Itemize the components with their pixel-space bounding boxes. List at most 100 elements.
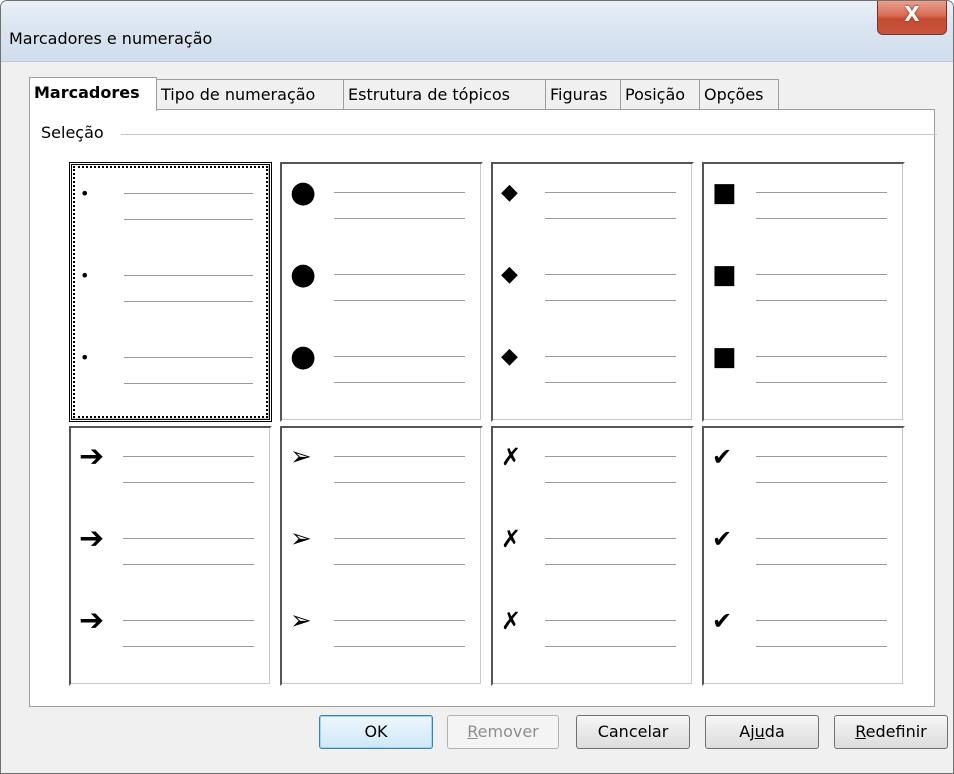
preview-row: ● [282,338,481,418]
preview-line [123,482,254,483]
preview-row: ■ [704,174,903,254]
preview-row: • [72,175,269,255]
preview-line [334,538,465,539]
group-label-selecao: Seleção [41,123,110,142]
preview-line [334,300,465,301]
close-icon: X [904,2,920,26]
preview-line [756,218,887,219]
tab-estrutura-de-topicos[interactable]: Estrutura de tópicos [343,79,546,109]
dialog-window: Marcadores e numeração X Marcadores Tipo… [0,0,954,774]
close-button[interactable]: X [877,1,947,35]
preview-line [124,301,253,302]
bullet-style-large-dot[interactable]: ● ● ● [280,162,483,422]
preview-line [545,564,676,565]
preview-line [545,300,676,301]
preview-row: ● [282,256,481,336]
preview-line [334,192,465,193]
cross-bullet-icon: ✗ [501,607,522,635]
reset-button[interactable]: Redefinir [834,715,948,749]
arrowhead-bullet-icon: ➢ [290,524,312,554]
preview-row: ✗ [493,602,692,682]
preview-line [124,357,253,358]
preview-row: ✗ [493,520,692,600]
dialog-body: Marcadores Tipo de numeração Estrutura d… [9,63,948,771]
tab-tipo-de-numeracao[interactable]: Tipo de numeração [156,79,344,109]
preview-line [545,192,676,193]
tab-figuras[interactable]: Figuras [545,79,621,109]
preview-row: ◆ [493,174,692,254]
preview-row: • [72,339,269,419]
preview-line [545,218,676,219]
tab-opcoes[interactable]: Opções [699,79,779,109]
preview-line [123,564,254,565]
preview-line [334,274,465,275]
large-dot-bullet-icon: ● [290,175,317,210]
bullet-style-arrow[interactable]: ➔ ➔ ➔ [69,426,272,686]
preview-line [545,646,676,647]
diamond-bullet-icon: ◆ [501,344,518,369]
preview-line [334,382,465,383]
square-bullet-icon: ■ [712,342,737,372]
cross-bullet-icon: ✗ [501,443,522,471]
arrowhead-bullet-icon: ➢ [290,442,312,472]
bullet-style-small-dot[interactable]: • • • [69,162,272,422]
square-bullet-icon: ■ [712,178,737,208]
tab-marcadores[interactable]: Marcadores [29,77,157,111]
preview-row: ➔ [71,520,270,600]
square-bullet-icon: ■ [712,260,737,290]
preview-line [123,646,254,647]
preview-line [124,275,253,276]
preview-row: ■ [704,338,903,418]
ok-button[interactable]: OK [319,715,433,749]
preview-line [123,620,254,621]
large-dot-bullet-icon: ● [290,257,317,292]
cross-bullet-icon: ✗ [501,525,522,553]
title-bar: Marcadores e numeração X [1,1,953,62]
arrow-bullet-icon: ➔ [79,439,105,474]
diamond-bullet-icon: ◆ [501,180,518,205]
preview-line [756,564,887,565]
preview-row: ✔ [704,520,903,600]
remove-button[interactable]: Remover [447,715,559,749]
preview-row: • [72,257,269,337]
preview-line [124,383,253,384]
preview-line [545,274,676,275]
preview-row: ◆ [493,338,692,418]
tab-posicao[interactable]: Posição [620,79,700,109]
preview-line [123,456,254,457]
preview-line [334,356,465,357]
preview-line [334,646,465,647]
preview-line [545,382,676,383]
small-dot-bullet-icon: • [80,348,90,367]
bullet-style-square[interactable]: ■ ■ ■ [702,162,905,422]
preview-line [756,274,887,275]
preview-line [334,564,465,565]
preview-line [124,193,253,194]
arrow-bullet-icon: ➔ [79,521,105,556]
preview-line [545,620,676,621]
preview-line [545,356,676,357]
preview-line [545,456,676,457]
preview-line [124,219,253,220]
large-dot-bullet-icon: ● [290,339,317,374]
preview-line [545,538,676,539]
bullet-style-arrowhead[interactable]: ➢ ➢ ➢ [280,426,483,686]
bullet-style-check[interactable]: ✔ ✔ ✔ [702,426,905,686]
preview-line [756,382,887,383]
arrow-bullet-icon: ➔ [79,603,105,638]
preview-row: ➔ [71,602,270,682]
preview-row: ● [282,174,481,254]
preview-line [334,620,465,621]
help-button[interactable]: Ajuda [705,715,819,749]
preview-line [756,300,887,301]
small-dot-bullet-icon: • [80,184,90,203]
preview-row: ✗ [493,438,692,518]
cancel-button[interactable]: Cancelar [576,715,690,749]
bullet-style-diamond[interactable]: ◆ ◆ ◆ [491,162,694,422]
window-title: Marcadores e numeração [9,29,213,48]
bullet-style-cross[interactable]: ✗ ✗ ✗ [491,426,694,686]
preview-line [334,456,465,457]
preview-line [756,538,887,539]
preview-line [756,620,887,621]
preview-row: ◆ [493,256,692,336]
